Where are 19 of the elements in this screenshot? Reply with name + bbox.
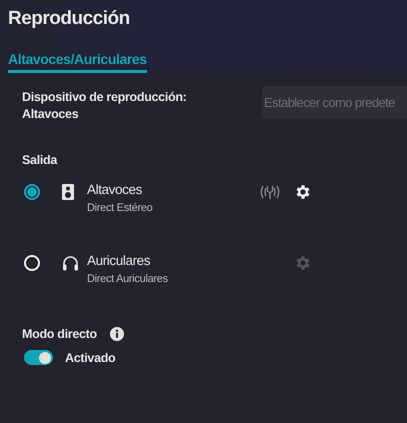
tab[interactable]: Altavoces/Auriculares [8, 51, 147, 73]
playback-device-value: Altavoces [22, 107, 80, 121]
device-mode: Direct Estéreo [87, 202, 154, 214]
device-mode: Direct Auriculares [87, 273, 169, 285]
radio-button[interactable] [24, 184, 40, 200]
tuning-fork-icon [259, 184, 281, 200]
set-default-button[interactable]: Establecer como predete [262, 86, 407, 119]
device-name: Auriculares [87, 253, 152, 268]
toggle-state-label: Activado [65, 350, 116, 364]
device-name: Altavoces [87, 182, 143, 197]
headphones-icon [62, 255, 79, 271]
toggle-switch[interactable] [24, 350, 53, 365]
section-heading: Salida [22, 153, 58, 167]
settings-icon[interactable] [294, 183, 312, 201]
info-icon[interactable] [110, 327, 124, 341]
page-title: Reproducción [8, 8, 131, 30]
playback-device-label: Dispositivo de reproducción: [22, 90, 187, 104]
direct-mode-label: Modo directo [22, 327, 97, 341]
speaker-icon [62, 184, 74, 200]
